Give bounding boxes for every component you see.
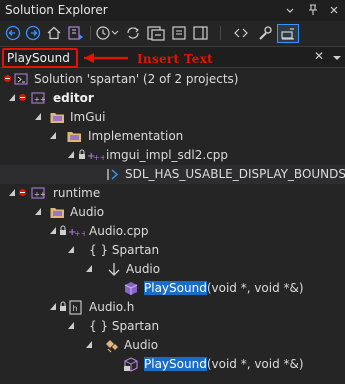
tree-item-audio-folder[interactable]: Audio (0, 203, 345, 222)
tree-item-playsound-method[interactable]: PlaySound(void *, void *&) (0, 355, 345, 374)
spartan-namespace-label: { } Spartan (89, 319, 160, 333)
search-input[interactable] (7, 51, 73, 65)
method-cube-icon (122, 280, 140, 297)
expand-toggle-icon[interactable] (49, 129, 59, 141)
tree-item-imgui-impl-file[interactable]: + ++ imgui_impl_sdl2.cpp (0, 146, 345, 165)
collapse-all-icon[interactable] (146, 24, 166, 42)
chevron-down-icon[interactable] (283, 2, 297, 18)
close-icon[interactable] (327, 2, 341, 18)
cpp-file-icon: + ++ (86, 147, 106, 164)
sdl-macro-label: SDL_HAS_USABLE_DISPLAY_BOUNDS (125, 167, 345, 181)
spartan-namespace-label: { } Spartan (89, 243, 160, 257)
implementation-label: Implementation (88, 129, 184, 143)
title-bar: Solution Explorer (0, 0, 345, 21)
panel-title: Solution Explorer (5, 3, 108, 17)
search-match-highlight: PlaySound (144, 281, 207, 295)
expand-toggle-icon[interactable] (85, 262, 95, 274)
error-badge-icon (19, 94, 26, 101)
error-badge-icon (4, 75, 11, 82)
svg-text:++: ++ (93, 153, 104, 162)
tree-item-runtime-project[interactable]: ++ runtime (0, 184, 345, 203)
expand-toggle-icon[interactable] (34, 205, 44, 217)
header-file-icon: h (67, 299, 85, 316)
toolbar (0, 21, 345, 45)
method-signature: (void *, void *&) (206, 281, 304, 295)
audio-class-label: Audio (126, 262, 161, 276)
preview-icon[interactable] (192, 24, 212, 42)
solution-label: Solution 'spartan' (2 of 2 projects) (34, 72, 239, 86)
macro-icon (104, 166, 122, 183)
cpp-project-icon: ++ (30, 90, 48, 107)
tree-item-audio-cpp[interactable]: + ++ Audio.cpp (0, 222, 345, 241)
switch-views-icon[interactable] (66, 24, 86, 42)
tree-item-spartan-namespace[interactable]: { } Spartan (0, 317, 345, 336)
pending-changes-icon[interactable] (95, 24, 121, 42)
annotation-label: Insert Text (137, 52, 213, 66)
imgui-label: ImGui (70, 110, 106, 124)
expand-toggle-icon[interactable] (8, 186, 18, 198)
filter-folder-icon (66, 128, 84, 145)
tree-item-spartan-namespace[interactable]: { } Spartan (0, 241, 345, 260)
svg-text:++: ++ (34, 96, 46, 104)
playsound-method-label: PlaySound(void *, void *&) (144, 281, 304, 295)
tree-item-audio-class[interactable]: Audio (0, 336, 345, 355)
search-options-chevron-icon[interactable] (332, 52, 342, 66)
svg-text:++: ++ (74, 229, 85, 238)
expand-toggle-icon[interactable] (67, 319, 77, 331)
filter-folder-icon (49, 109, 67, 126)
expand-toggle-icon[interactable] (67, 148, 77, 160)
audio-folder-label: Audio (70, 205, 105, 219)
expand-toggle-icon[interactable] (85, 338, 95, 350)
pin-icon[interactable] (306, 2, 320, 18)
audio-class-label: Audio (124, 338, 159, 352)
sync-icon[interactable] (124, 24, 142, 42)
code-view-icon[interactable] (233, 24, 249, 42)
annotation-arrow-icon (84, 53, 128, 63)
audio-h-label: Audio.h (89, 300, 135, 314)
tree-item-playsound-method[interactable]: PlaySound(void *, void *&) (0, 279, 345, 298)
tree-item-solution[interactable]: Solution 'spartan' (2 of 2 projects) (0, 70, 345, 89)
error-badge-icon (19, 189, 26, 196)
back-icon[interactable] (5, 24, 21, 42)
properties-icon[interactable] (256, 24, 274, 42)
filter-folder-icon (49, 204, 67, 221)
svg-text:++: ++ (34, 191, 46, 199)
cpp-file-icon: + ++ (67, 223, 87, 240)
tree-item-audio-class[interactable]: Audio (0, 260, 345, 279)
expand-toggle-icon[interactable] (8, 91, 18, 103)
svg-text:h: h (73, 304, 78, 313)
settings-icon[interactable] (277, 24, 299, 43)
playsound-method-label: PlaySound(void *, void *&) (144, 357, 304, 371)
tree-item-sdl-macro[interactable]: SDL_HAS_USABLE_DISPLAY_BOUNDS (0, 165, 345, 184)
tree-item-audio-h[interactable]: h Audio.h (0, 298, 345, 317)
expand-toggle-icon[interactable] (34, 110, 44, 122)
expand-toggle-icon[interactable] (67, 243, 77, 255)
editor-project-label: editor (53, 91, 94, 105)
audio-cpp-label: Audio.cpp (89, 224, 149, 238)
forward-icon[interactable] (25, 24, 41, 42)
solution-icon (13, 71, 31, 88)
cpp-project-icon: ++ (30, 185, 48, 202)
down-arrow-icon (105, 261, 123, 278)
class-icon (103, 337, 121, 354)
search-match-highlight: PlaySound (144, 357, 207, 371)
imgui-impl-file-label: imgui_impl_sdl2.cpp (106, 148, 229, 162)
tree-item-imgui-filter[interactable]: ImGui (0, 108, 345, 127)
clear-search-icon[interactable]: ✕ (314, 49, 324, 63)
runtime-project-label: runtime (53, 186, 101, 200)
tree-item-editor-project[interactable]: ++ editor (0, 89, 345, 108)
home-icon[interactable] (46, 24, 62, 42)
method-declaration-icon (122, 356, 140, 373)
method-signature: (void *, void *&) (206, 357, 304, 371)
show-all-files-icon[interactable] (170, 24, 188, 42)
tree-item-implementation-filter[interactable]: Implementation (0, 127, 345, 146)
search-input-box[interactable] (2, 48, 78, 68)
